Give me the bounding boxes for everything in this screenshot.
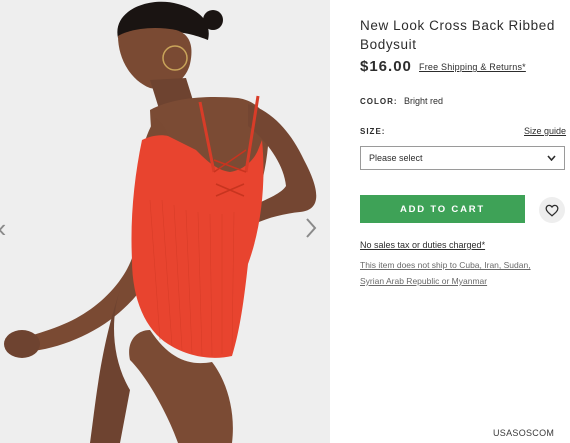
product-title: New Look Cross Back Ribbed Bodysuit [360, 18, 555, 52]
free-shipping-link[interactable]: Free Shipping & Returns* [419, 62, 526, 72]
chevron-left-icon: ‹ [0, 213, 6, 244]
chevron-right-icon [306, 218, 317, 238]
watermark: USASOSCOM [493, 428, 555, 438]
gallery-next-button[interactable] [301, 214, 321, 242]
heart-icon [545, 204, 559, 217]
shipping-note-line-2: Syrian Arab Republic or Myanmar [360, 276, 488, 286]
color-value: Bright red [404, 96, 444, 106]
size-select[interactable]: Please select [360, 146, 565, 170]
wishlist-button[interactable] [539, 197, 565, 223]
tax-duties-link[interactable]: No sales tax or duties charged* [360, 240, 485, 250]
product-image: ‹ [0, 0, 330, 443]
chevron-down-icon [547, 155, 556, 161]
product-price: $16.00 [360, 58, 412, 75]
shipping-note-line-1: This item does not ship to Cuba, Iran, S… [360, 260, 531, 270]
add-to-cart-button[interactable]: ADD TO CART [360, 195, 525, 223]
color-label: COLOR: [360, 97, 398, 106]
model-photo [0, 0, 330, 443]
size-guide-link[interactable]: Size guide [524, 126, 566, 136]
size-select-value: Please select [369, 153, 423, 163]
size-label: SIZE: [360, 127, 386, 136]
shipping-restriction-note: This item does not ship to Cuba, Iran, S… [360, 257, 560, 289]
gallery-prev-button[interactable]: ‹ [0, 213, 12, 244]
